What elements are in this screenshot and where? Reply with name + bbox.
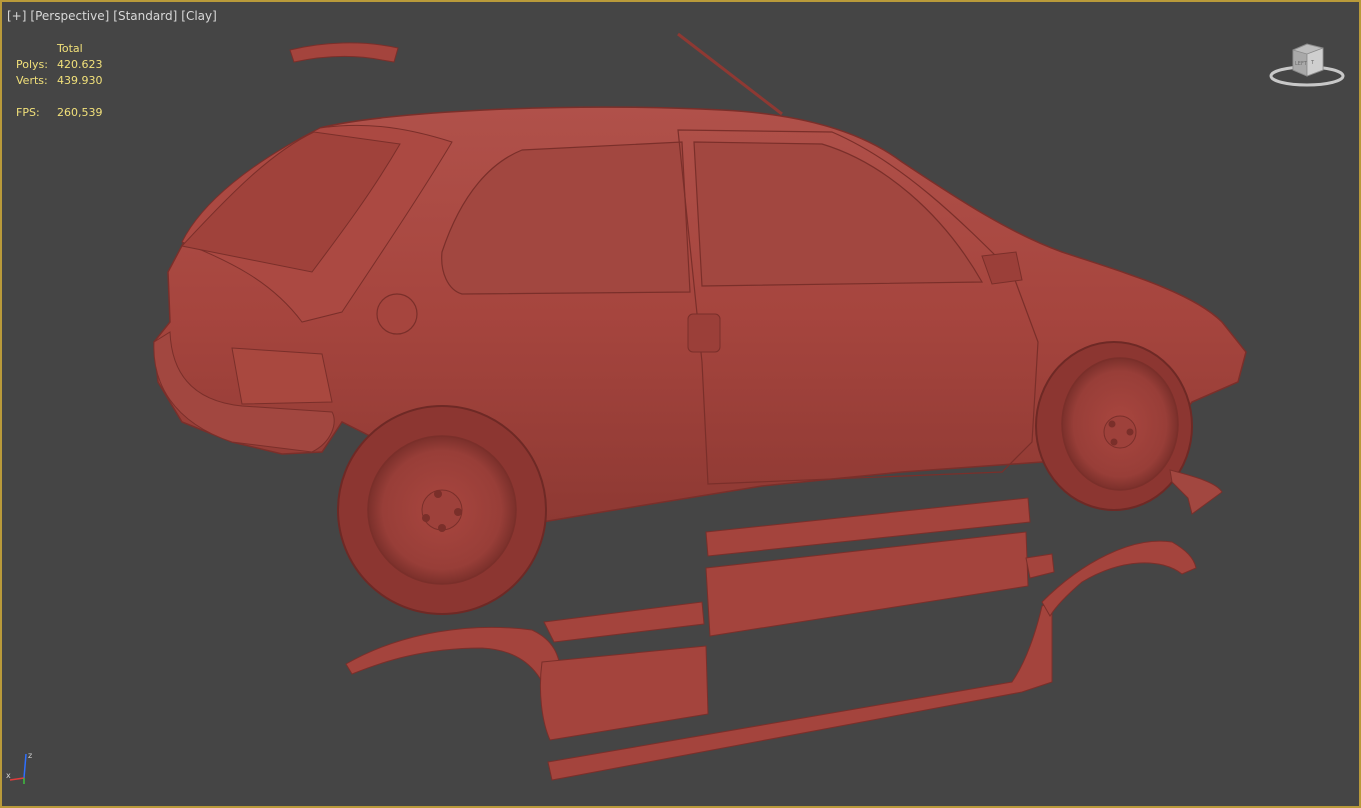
axis-x-label: x — [6, 771, 11, 780]
perspective-viewport[interactable]: [+] [Perspective] [Standard] [Clay] Total P… — [0, 0, 1361, 808]
rear-wheel — [337, 405, 547, 615]
tail-light — [231, 347, 333, 405]
rear-quarter-panel — [539, 645, 709, 741]
rear-quarter-trim — [543, 601, 705, 643]
polys-value: 420.623 — [57, 58, 103, 71]
front-wheel — [1035, 341, 1193, 511]
statistics-overlay: Total Polys: 420.623 Verts: 439.930 FPS: 26… — [16, 41, 103, 121]
viewport-label-menu[interactable]: [+] [Perspective] [Standard] [Clay] — [7, 9, 221, 23]
verts-value: 439.930 — [57, 74, 103, 87]
axis-z-label: z — [28, 751, 32, 760]
viewport-menu-plus[interactable]: [+] — [7, 9, 26, 23]
viewcube-face-left: LEFT — [1295, 61, 1308, 67]
fuel-cap — [376, 293, 418, 335]
verts-label: Verts: — [16, 74, 48, 87]
front-lip — [1169, 469, 1223, 515]
car-clay-model[interactable] — [2, 2, 1359, 806]
viewport-menu-standard[interactable]: [Standard] — [113, 9, 177, 23]
viewcube-icon[interactable]: LEFT T — [1267, 40, 1347, 90]
fps-label: FPS: — [16, 106, 40, 119]
stats-header: Total — [57, 42, 83, 55]
rear-wheel-arch — [345, 626, 563, 703]
axis-gizmo-icon: z x — [6, 751, 32, 784]
rear-spoiler — [289, 42, 399, 63]
front-wheel-arch — [1041, 540, 1197, 617]
polys-label: Polys: — [16, 58, 48, 71]
viewport-menu-perspective[interactable]: [Perspective] — [30, 9, 109, 23]
side-marker — [1025, 553, 1055, 579]
antenna — [677, 32, 783, 116]
door-handle — [687, 313, 721, 353]
fps-value: 260,539 — [57, 106, 103, 119]
viewport-menu-clay[interactable]: [Clay] — [181, 9, 217, 23]
